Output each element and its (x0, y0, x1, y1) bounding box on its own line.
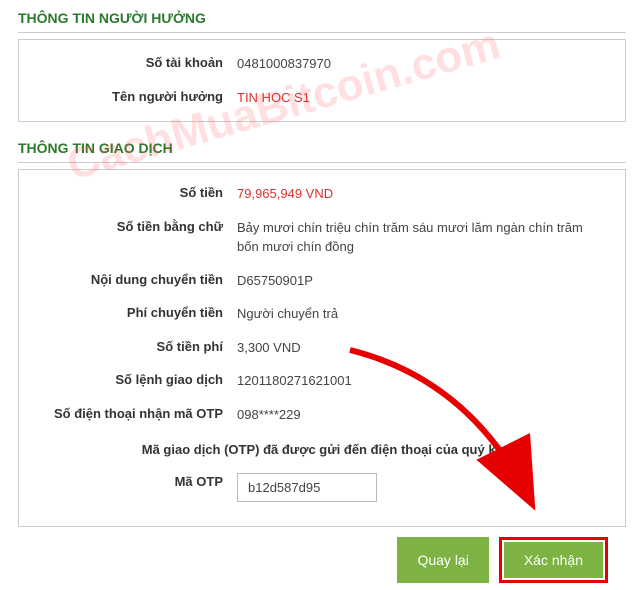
otp-row: Mã OTP (37, 473, 607, 502)
order-row: Số lệnh giao dịch 1201180271621001 (37, 371, 607, 391)
amount-words-row: Số tiền bằng chữ Bảy mươi chín triệu chí… (37, 218, 607, 257)
amount-row: Số tiền 79,965,949 VND (37, 184, 607, 204)
beneficiary-name-value: TIN HOC S1 (237, 88, 607, 108)
content-value: D65750901P (237, 271, 607, 291)
button-bar: Quay lại Xác nhận (18, 537, 626, 583)
amount-value: 79,965,949 VND (237, 184, 607, 204)
beneficiary-section-title: THÔNG TIN NGƯỜI HƯỞNG (18, 10, 626, 33)
account-row: Số tài khoản 0481000837970 (37, 54, 607, 74)
confirm-highlight: Xác nhận (499, 537, 608, 583)
transaction-section-title: THÔNG TIN GIAO DỊCH (18, 140, 626, 163)
account-value: 0481000837970 (237, 54, 607, 74)
order-label: Số lệnh giao dịch (37, 371, 237, 389)
fee-amount-row: Số tiền phí 3,300 VND (37, 338, 607, 358)
fee-amount-value: 3,300 VND (237, 338, 607, 358)
beneficiary-panel: Số tài khoản 0481000837970 Tên người hưở… (18, 39, 626, 122)
account-label: Số tài khoản (37, 54, 237, 72)
fee-by-value: Người chuyển trả (237, 304, 607, 324)
otp-label: Mã OTP (37, 473, 237, 491)
phone-row: Số điện thoại nhận mã OTP 098****229 (37, 405, 607, 425)
content-row: Nội dung chuyển tiền D65750901P (37, 271, 607, 291)
amount-words-value: Bảy mươi chín triệu chín trăm sáu mươi l… (237, 218, 607, 257)
beneficiary-name-row: Tên người hưởng TIN HOC S1 (37, 88, 607, 108)
otp-input[interactable] (237, 473, 377, 502)
fee-by-row: Phí chuyển tiền Người chuyển trả (37, 304, 607, 324)
beneficiary-name-label: Tên người hưởng (37, 88, 237, 106)
fee-by-label: Phí chuyển tiền (37, 304, 237, 322)
transaction-panel: Số tiền 79,965,949 VND Số tiền bằng chữ … (18, 169, 626, 527)
amount-label: Số tiền (37, 184, 237, 202)
otp-notice: Mã giao dịch (OTP) đã được gửi đến điện … (37, 442, 607, 457)
phone-value: 098****229 (237, 405, 607, 425)
content-label: Nội dung chuyển tiền (37, 271, 237, 289)
fee-amount-label: Số tiền phí (37, 338, 237, 356)
amount-words-label: Số tiền bằng chữ (37, 218, 237, 236)
phone-label: Số điện thoại nhận mã OTP (37, 405, 237, 423)
back-button[interactable]: Quay lại (397, 537, 488, 583)
order-value: 1201180271621001 (237, 371, 607, 391)
confirm-button[interactable]: Xác nhận (504, 542, 603, 578)
